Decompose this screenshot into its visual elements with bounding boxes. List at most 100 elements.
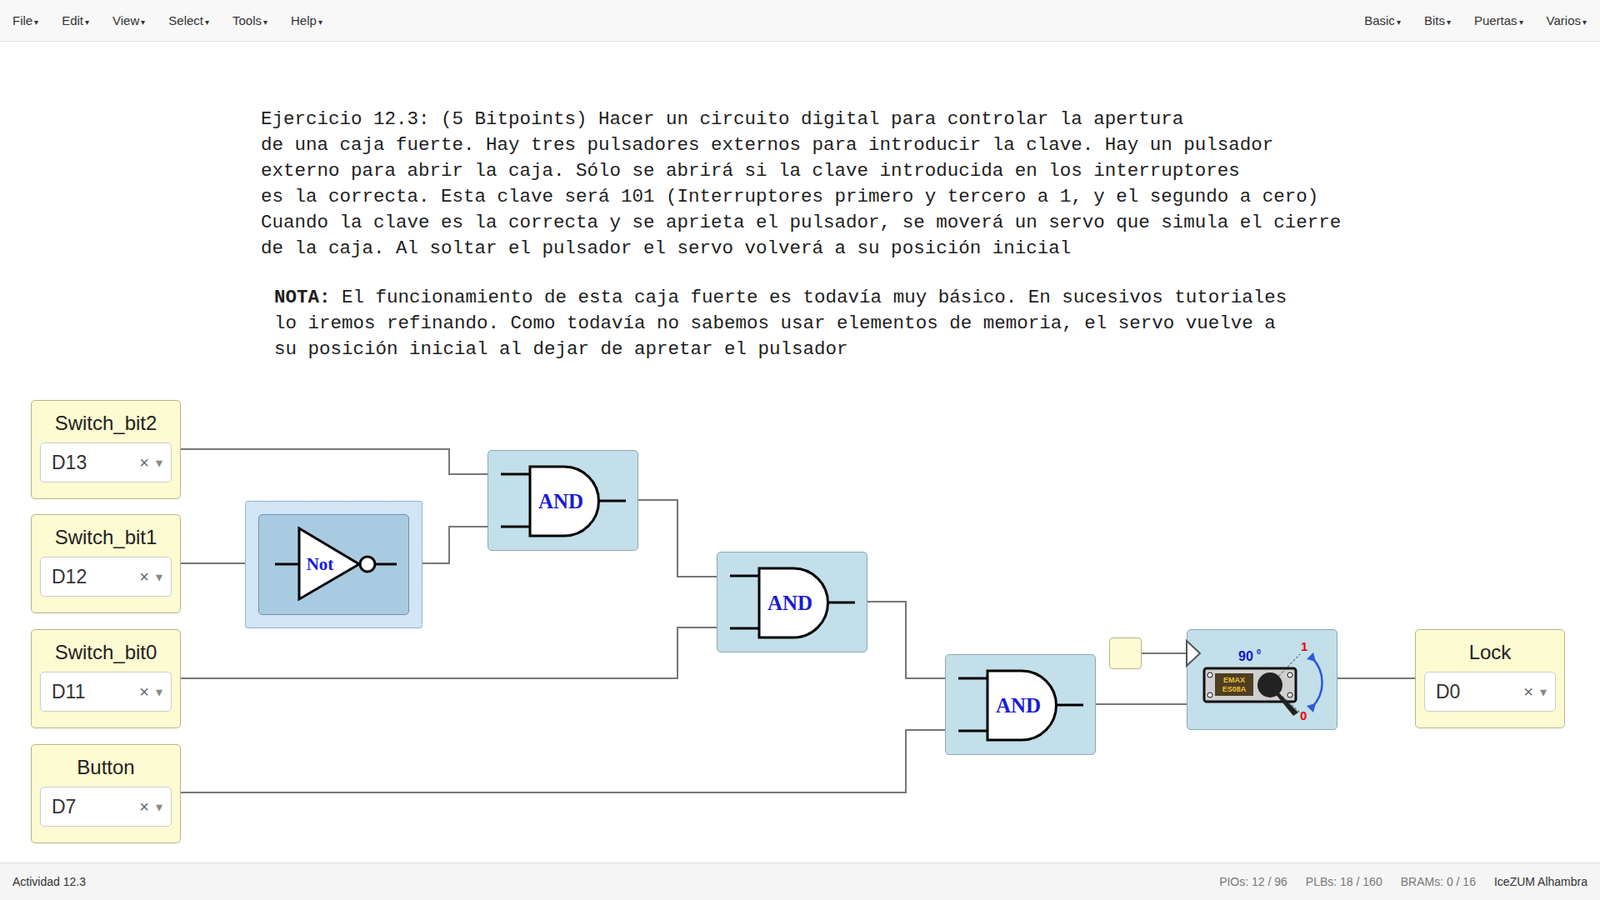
exercise-line: de una caja fuerte. Hay tres pulsadores … [260, 132, 1600, 159]
pin-select[interactable]: D0× ▾ [1424, 671, 1556, 712]
and-gate-icon: AND [945, 654, 1096, 755]
caret-icon: ▾ [205, 17, 210, 27]
input-label: Switch_bit2 [55, 410, 158, 436]
menu-item[interactable]: View▾ [112, 13, 145, 28]
note-line: su posición inicial al dejar de apretar … [274, 336, 1600, 363]
wires [0, 41, 1600, 863]
servo-icon: EMAXES08A90010 [1186, 629, 1338, 730]
design-canvas[interactable]: Ejercicio 12.3: (5 Bitpoints) Hacer un c… [0, 41, 1600, 863]
svg-text:0: 0 [1300, 708, 1307, 723]
pin-select[interactable]: D11× ▾ [40, 671, 172, 712]
svg-text:AND: AND [538, 490, 584, 513]
and-gate[interactable]: AND [945, 654, 1096, 755]
input-block[interactable]: Switch_bit2 D13× ▾ [30, 400, 181, 500]
wire [180, 730, 945, 793]
clear-icon[interactable]: × [139, 797, 150, 817]
input-label: Switch_bit0 [55, 640, 158, 665]
project-name: Actividad 12.3 [12, 875, 86, 889]
svg-text:90: 90 [1238, 649, 1254, 664]
resource-stat: PIOs: 12 / 96 [1219, 875, 1288, 889]
svg-text:Not: Not [306, 554, 335, 575]
wire [180, 627, 717, 679]
menu-item[interactable]: Varios▾ [1546, 13, 1587, 28]
clear-icon[interactable]: × [1523, 682, 1534, 702]
caret-icon: ▾ [34, 17, 39, 27]
svg-text:0: 0 [1256, 647, 1261, 656]
exercise-line: de la caja. Al soltar el pulsador el ser… [260, 235, 1600, 262]
menu-item[interactable]: Help▾ [290, 13, 323, 28]
exercise-line: Cuando la clave es la correcta y se apri… [260, 210, 1600, 236]
and-gate-icon: AND [487, 450, 639, 551]
menu-item[interactable]: Basic▾ [1364, 13, 1401, 28]
note-text: NOTA: El funcionamiento de esta caja fue… [0, 261, 1600, 363]
caret-icon[interactable]: ▾ [155, 455, 163, 471]
svg-text:AND: AND [767, 591, 813, 615]
constant-block[interactable] [1109, 637, 1142, 670]
input-block[interactable]: Switch_bit1 D12× ▾ [30, 514, 181, 614]
caret-icon[interactable]: ▾ [155, 569, 163, 585]
menu-item[interactable]: File▾ [12, 13, 39, 28]
svg-text:1: 1 [1300, 639, 1308, 654]
exercise-line: es la correcta. Esta clave será 101 (Int… [260, 184, 1600, 210]
menu-item[interactable]: Puertas▾ [1474, 13, 1524, 28]
servo-block[interactable]: EMAXES08A90010 [1186, 629, 1338, 730]
output-block[interactable]: Lock D0× ▾ [1415, 629, 1565, 729]
menu-bar: File▾Edit▾View▾Select▾Tools▾Help▾Basic▾B… [0, 0, 1600, 42]
wire [1141, 652, 1187, 655]
menu-item[interactable]: Select▾ [168, 13, 210, 28]
not-gate-icon: Not [258, 514, 410, 615]
note-line: NOTA: El funcionamiento de esta caja fue… [274, 285, 1600, 311]
input-block[interactable]: Button D7× ▾ [30, 744, 181, 844]
pin-value: D11 [51, 680, 140, 704]
input-label: Button [76, 755, 135, 780]
pin-value: D12 [51, 565, 140, 589]
clear-icon[interactable]: × [139, 682, 150, 702]
resource-stats: PIOs: 12 / 96 PLBs: 18 / 160 BRAMs: 0 / 16… [1219, 875, 1588, 889]
board-name: IceZUM Alhambra [1494, 875, 1588, 889]
status-bar: Actividad 12.3 PIOs: 12 / 96 PLBs: 18 / 16… [0, 862, 1600, 900]
input-block[interactable]: Switch_bit0 D11× ▾ [30, 629, 181, 729]
output-label: Lock [1469, 640, 1512, 665]
and-gate[interactable]: AND [716, 551, 868, 653]
caret-icon[interactable]: ▾ [155, 684, 163, 700]
resource-stat: BRAMs: 0 / 16 [1400, 875, 1476, 889]
menu-item[interactable]: Tools▾ [232, 13, 268, 28]
wire [867, 601, 945, 679]
resource-stat: PLBs: 18 / 160 [1305, 875, 1383, 889]
pin-value: D0 [1435, 680, 1524, 704]
caret-icon: ▾ [1582, 17, 1587, 27]
wire [180, 449, 488, 475]
caret-icon: ▾ [263, 17, 268, 27]
menu-item[interactable]: Edit▾ [61, 13, 90, 28]
blocks-menu: Basic▾ Bits▾ Puertas▾ Varios▾ [1364, 13, 1587, 28]
svg-text:EMAX: EMAX [1223, 675, 1245, 685]
note-line: lo iremos refinando. Como todavía no sab… [274, 310, 1600, 337]
pin-value: D7 [51, 795, 140, 819]
svg-text:AND: AND [995, 694, 1041, 717]
wire [638, 500, 717, 577]
wire [1337, 677, 1415, 680]
pin-select[interactable]: D13× ▾ [40, 442, 172, 483]
caret-icon: ▾ [1446, 17, 1451, 27]
menu-item[interactable]: Bits▾ [1424, 13, 1451, 28]
note-label: NOTA: [274, 286, 331, 309]
ice-studio-window: File▾Edit▾View▾Select▾Tools▾Help▾Basic▾B… [0, 0, 1600, 900]
exercise-line: externo para abrir la caja. Sólo se abri… [260, 158, 1600, 185]
clear-icon[interactable]: × [139, 567, 150, 587]
pin-value: D13 [51, 451, 140, 475]
exercise-line: Ejercicio 12.3: (5 Bitpoints) Hacer un c… [260, 106, 1600, 133]
main-menu: File▾ Edit▾ View▾ Select▾ Tools▾ Help▾ [12, 13, 323, 28]
svg-text:ES08A: ES08A [1222, 685, 1247, 694]
caret-icon[interactable]: ▾ [155, 799, 163, 815]
and-gate[interactable]: AND [487, 450, 639, 551]
input-label: Switch_bit1 [55, 525, 158, 550]
caret-icon[interactable]: ▾ [1540, 684, 1547, 700]
clear-icon[interactable]: × [139, 453, 150, 473]
pin-select[interactable]: D7× ▾ [40, 786, 172, 827]
pin-select[interactable]: D12× ▾ [40, 556, 172, 597]
caret-icon: ▾ [1519, 17, 1524, 27]
and-gate-icon: AND [716, 551, 868, 653]
caret-icon: ▾ [318, 17, 323, 27]
exercise-text: Ejercicio 12.3: (5 Bitpoints) Hacer un c… [0, 41, 1600, 262]
not-gate[interactable]: Not [258, 514, 410, 615]
